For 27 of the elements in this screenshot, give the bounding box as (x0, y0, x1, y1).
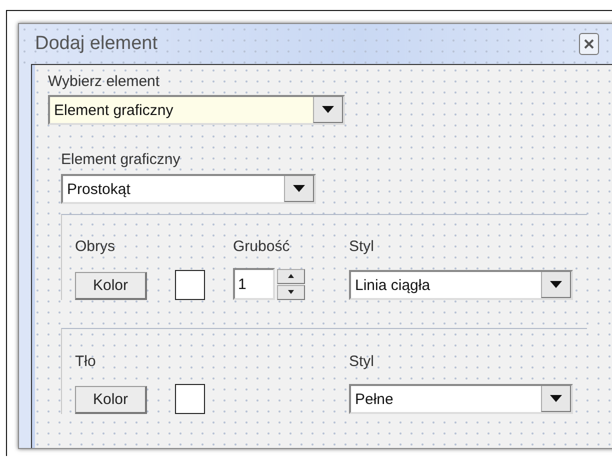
dropdown-arrow-icon (550, 395, 562, 402)
field-label: Tło (75, 352, 97, 370)
close-button[interactable] (579, 33, 599, 55)
dropdown-arrow-icon (322, 106, 334, 113)
field-label: Styl (349, 352, 376, 370)
element-dropdown[interactable]: Element graficzny (48, 95, 345, 125)
field-label: Obrys (75, 238, 116, 254)
dropdown-arrow-icon (550, 281, 562, 288)
thickness-spinner-field[interactable]: 1 (233, 268, 275, 300)
up-arrow-icon (288, 274, 294, 278)
field-label: Grubość (233, 238, 291, 254)
dropdown-arrow-icon (293, 185, 305, 192)
color-button[interactable]: Kolor (75, 386, 147, 414)
line-style-dropdown[interactable]: Linia ciągła (349, 270, 573, 300)
spin-up-button[interactable] (277, 268, 305, 284)
down-arrow-icon (288, 290, 294, 294)
shape-dropdown[interactable]: Prostokąt (61, 174, 316, 204)
spin-down-button[interactable] (277, 284, 305, 300)
close-icon (584, 39, 594, 49)
window-title: Dodaj element (35, 33, 158, 55)
field-label: Styl (349, 238, 376, 254)
color-button[interactable]: Kolor (75, 272, 147, 300)
color-swatch (175, 270, 205, 300)
field-label: Element graficzny (61, 151, 182, 168)
field-label: Wybierz element (48, 73, 161, 90)
fill-style-dropdown[interactable]: Pełne (349, 384, 573, 414)
color-swatch (175, 384, 205, 414)
